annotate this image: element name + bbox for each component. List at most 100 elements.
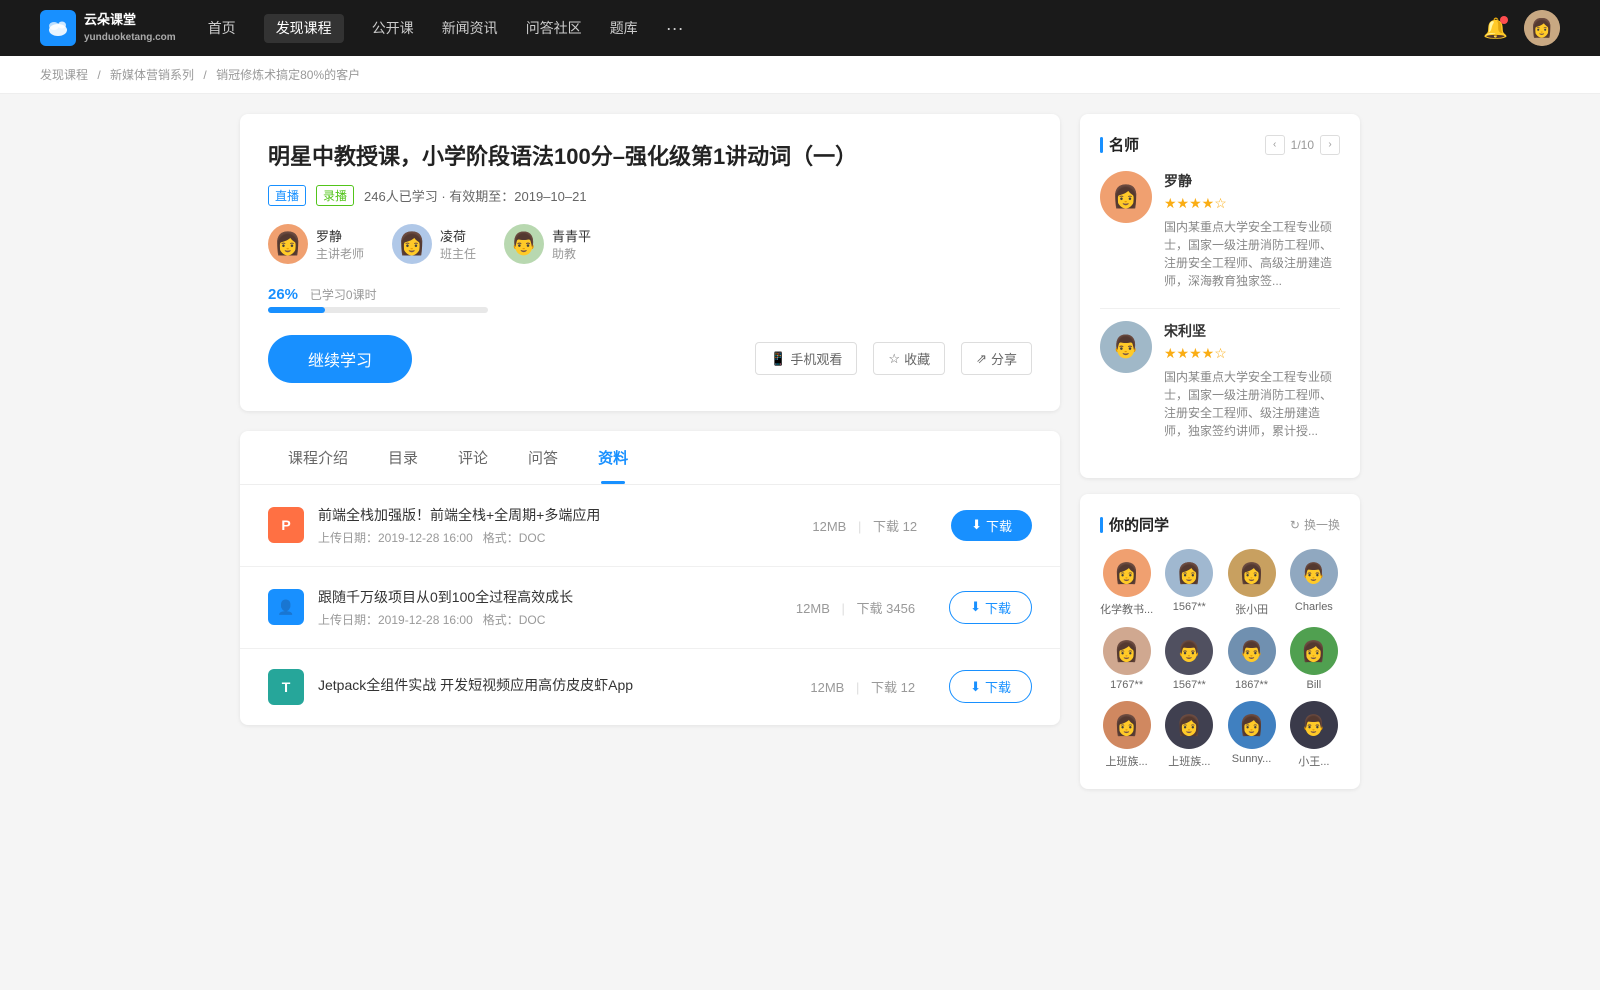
- teachers-pagination: ‹ 1/10 ›: [1265, 135, 1340, 155]
- famous-teacher-2-desc: 国内某重点大学安全工程专业硕士，国家一级注册消防工程师、注册安全工程师、级注册建…: [1164, 368, 1340, 440]
- resource-icon-1: P: [268, 507, 304, 543]
- classmate-7-avatar[interactable]: 👨: [1228, 627, 1276, 675]
- download-button-3[interactable]: ⬇ 下载: [949, 670, 1032, 703]
- tabs-body: P 前端全栈加强版！前端全栈+全周期+多端应用 上传日期：2019-12-28 …: [240, 485, 1060, 725]
- nav-open-course[interactable]: 公开课: [372, 14, 414, 43]
- famous-teacher-1-avatar: 👩: [1100, 171, 1152, 223]
- classmate-5: 👩 1767**: [1100, 627, 1153, 691]
- logo-icon: [40, 10, 76, 46]
- classmates-header: 你的同学 ↻ 换一换: [1100, 514, 1340, 535]
- content-left: 明星中教授课，小学阶段语法100分–强化级第1讲动词（一） 直播 录播 246人…: [240, 114, 1060, 789]
- pagination-prev[interactable]: ‹: [1265, 135, 1285, 155]
- download-button-1[interactable]: ⬇ 下载: [951, 510, 1032, 541]
- share-icon: ⇗: [976, 351, 987, 367]
- classmate-5-avatar[interactable]: 👩: [1103, 627, 1151, 675]
- famous-teacher-2: 👨 宋利坚 ★★★★☆ 国内某重点大学安全工程专业硕士，国家一级注册消防工程师、…: [1100, 321, 1340, 440]
- classmate-11-avatar[interactable]: 👩: [1228, 701, 1276, 749]
- course-title: 明星中教授课，小学阶段语法100分–强化级第1讲动词（一）: [268, 142, 1032, 173]
- breadcrumb-series[interactable]: 新媒体营销系列: [110, 68, 194, 82]
- classmate-9-name: 上班族...: [1106, 753, 1148, 769]
- teacher-1-name: 罗静: [316, 226, 364, 245]
- tab-catalog[interactable]: 目录: [368, 431, 438, 484]
- classmate-4-avatar[interactable]: 👨: [1290, 549, 1338, 597]
- nav-links: 首页 发现课程 公开课 新闻资讯 问答社区 题库 ···: [208, 14, 684, 43]
- classmate-11: 👩 Sunny...: [1225, 701, 1277, 769]
- nav-quiz[interactable]: 题库: [610, 14, 638, 43]
- classmate-12-avatar[interactable]: 👨: [1290, 701, 1338, 749]
- share-button[interactable]: ⇗ 分享: [961, 342, 1032, 375]
- classmate-3: 👩 张小田: [1225, 549, 1277, 617]
- nav-news[interactable]: 新闻资讯: [442, 14, 498, 43]
- collect-label: 收藏: [904, 349, 930, 368]
- download-icon-3: ⬇: [970, 679, 981, 695]
- resource-stats-3: 12MB | 下载 12: [810, 677, 915, 696]
- teacher-2-info: 凌荷 班主任: [440, 226, 476, 262]
- tab-resources[interactable]: 资料: [578, 431, 648, 484]
- user-avatar[interactable]: 👩: [1524, 10, 1560, 46]
- teacher-3: 👨 青青平 助教: [504, 224, 591, 264]
- tab-intro[interactable]: 课程介绍: [268, 431, 368, 484]
- classmate-1: 👩 化学教书...: [1100, 549, 1153, 617]
- tab-review[interactable]: 评论: [438, 431, 508, 484]
- classmate-1-avatar[interactable]: 👩: [1103, 549, 1151, 597]
- classmate-7: 👨 1867**: [1225, 627, 1277, 691]
- tab-qa[interactable]: 问答: [508, 431, 578, 484]
- nav-qa[interactable]: 问答社区: [526, 14, 582, 43]
- teachers-list: 👩 罗静 主讲老师 👩 凌荷 班主任: [268, 224, 1032, 264]
- mobile-watch-button[interactable]: 📱 手机观看: [755, 342, 857, 375]
- teacher-3-avatar: 👨: [504, 224, 544, 264]
- classmates-grid: 👩 化学教书... 👩 1567** 👩 张小田: [1100, 549, 1340, 769]
- refresh-label: 换一换: [1304, 516, 1340, 533]
- resource-title-1: 前端全栈加强版！前端全栈+全周期+多端应用: [318, 505, 798, 525]
- continue-button[interactable]: 继续学习: [268, 335, 412, 383]
- resource-meta-2: 上传日期：2019-12-28 16:00 格式：DOC: [318, 611, 782, 628]
- breadcrumb-discover[interactable]: 发现课程: [40, 68, 88, 82]
- classmate-2-avatar[interactable]: 👩: [1165, 549, 1213, 597]
- notification-bell[interactable]: 🔔: [1483, 16, 1508, 41]
- famous-teachers-header: 名师 ‹ 1/10 ›: [1100, 134, 1340, 155]
- content-right: 名师 ‹ 1/10 › 👩 罗静 ★★★★☆ 国内某重点大学安全工程专业硕士，国…: [1080, 114, 1360, 789]
- famous-teacher-1-stars: ★★★★☆: [1164, 195, 1340, 212]
- nav-more[interactable]: ···: [666, 14, 684, 43]
- classmate-10-avatar[interactable]: 👩: [1165, 701, 1213, 749]
- teacher-2-avatar: 👩: [392, 224, 432, 264]
- download-button-2[interactable]: ⬇ 下载: [949, 591, 1032, 624]
- classmate-8: 👩 Bill: [1288, 627, 1340, 691]
- nav-right: 🔔 👩: [1483, 10, 1560, 46]
- breadcrumb-current[interactable]: 销冠修炼术搞定80%的客户: [216, 68, 360, 82]
- resource-title-2: 跟随千万级项目从0到100全过程高效成长: [318, 587, 782, 607]
- download-icon-2: ⬇: [970, 599, 981, 615]
- classmates-title: 你的同学: [1100, 514, 1169, 535]
- classmate-10-name: 上班族...: [1168, 753, 1210, 769]
- action-buttons: 📱 手机观看 ☆ 收藏 ⇗ 分享: [755, 342, 1032, 375]
- resource-icon-2: 👤: [268, 589, 304, 625]
- main-container: 明星中教授课，小学阶段语法100分–强化级第1讲动词（一） 直播 录播 246人…: [200, 94, 1400, 809]
- teacher-2: 👩 凌荷 班主任: [392, 224, 476, 264]
- logo-text: 云朵课堂yunduoketang.com: [84, 12, 176, 44]
- nav-home[interactable]: 首页: [208, 14, 236, 43]
- progress-bar-fill: [268, 307, 325, 313]
- resource-item-1: P 前端全栈加强版！前端全栈+全周期+多端应用 上传日期：2019-12-28 …: [240, 485, 1060, 567]
- classmate-3-avatar[interactable]: 👩: [1228, 549, 1276, 597]
- classmate-2-name: 1567**: [1173, 601, 1206, 613]
- navbar: 云朵课堂yunduoketang.com 首页 发现课程 公开课 新闻资讯 问答…: [0, 0, 1600, 56]
- refresh-button[interactable]: ↻ 换一换: [1290, 516, 1340, 533]
- star-icon: ☆: [888, 351, 900, 367]
- classmate-6-avatar[interactable]: 👨: [1165, 627, 1213, 675]
- resource-info-1: 前端全栈加强版！前端全栈+全周期+多端应用 上传日期：2019-12-28 16…: [318, 505, 798, 546]
- nav-discover[interactable]: 发现课程: [264, 14, 344, 43]
- resource-stats-1: 12MB | 下载 12: [812, 516, 917, 535]
- famous-teachers-title: 名师: [1100, 134, 1139, 155]
- pagination-info: 1/10: [1291, 138, 1314, 152]
- collect-button[interactable]: ☆ 收藏: [873, 342, 945, 375]
- classmate-9-avatar[interactable]: 👩: [1103, 701, 1151, 749]
- resource-item-2: 👤 跟随千万级项目从0到100全过程高效成长 上传日期：2019-12-28 1…: [240, 567, 1060, 649]
- classmate-8-avatar[interactable]: 👩: [1290, 627, 1338, 675]
- breadcrumb: 发现课程 / 新媒体营销系列 / 销冠修炼术搞定80%的客户: [0, 56, 1600, 94]
- logo[interactable]: 云朵课堂yunduoketang.com: [40, 10, 176, 46]
- famous-teacher-2-info: 宋利坚 ★★★★☆ 国内某重点大学安全工程专业硕士，国家一级注册消防工程师、注册…: [1164, 321, 1340, 440]
- pagination-next[interactable]: ›: [1320, 135, 1340, 155]
- tabs-card: 课程介绍 目录 评论 问答 资料 P 前端全栈加强版！前端全栈+全周期+多端应用…: [240, 431, 1060, 725]
- teacher-1: 👩 罗静 主讲老师: [268, 224, 364, 264]
- famous-teacher-2-name: 宋利坚: [1164, 321, 1340, 341]
